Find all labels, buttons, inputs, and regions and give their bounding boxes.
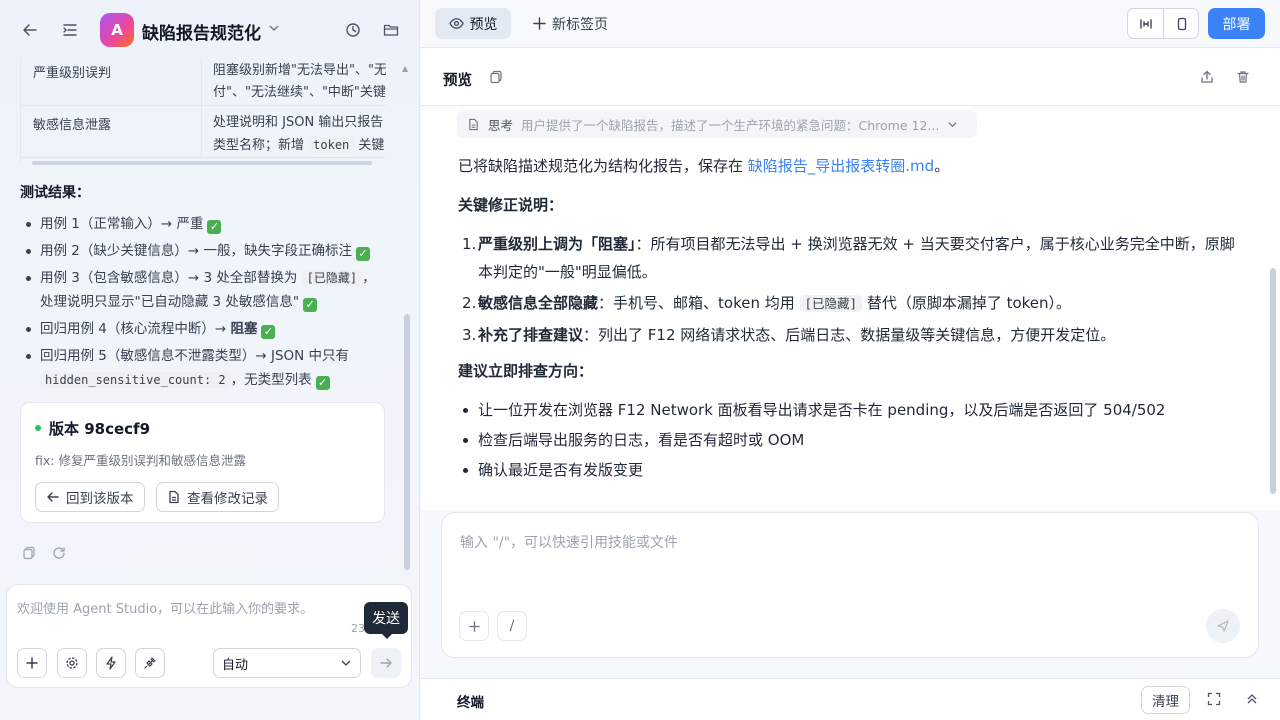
list-item: 用例 2（缺少关键信息）→ 一般，缺失字段正确标注 ✓ xyxy=(24,239,384,263)
preview-content: 思考 用户提供了一个缺陷报告，描述了一个生产环境的紧急问题：Chrome 12.… xyxy=(421,106,1280,510)
check-icon: ✓ xyxy=(355,247,370,261)
add-button[interactable] xyxy=(17,648,47,678)
table-row: 敏感信息泄露 处理说明和 JSON 输出只报告 类型名称；新增 token 关键 xyxy=(21,106,386,158)
add-button[interactable] xyxy=(459,611,489,641)
send-button[interactable] xyxy=(371,648,401,678)
deploy-button[interactable]: 部署 xyxy=(1208,8,1265,39)
thinking-collapse[interactable]: 思考 用户提供了一个缺陷报告，描述了一个生产环境的紧急问题：Chrome 12.… xyxy=(457,111,977,138)
chat-send-button[interactable] xyxy=(1206,609,1240,643)
table-cell: 敏感信息泄露 xyxy=(33,118,112,133)
version-description: fix: 修复严重级别误判和敏感信息泄露 xyxy=(35,453,246,468)
list-item: 用例 1（正常输入）→ 严重 ✓ xyxy=(24,212,384,236)
new-tab-button[interactable]: 新标签页 xyxy=(529,8,612,39)
copy-icon[interactable] xyxy=(22,546,36,560)
comparison-table: 严重级别误判 阻塞级别新增"无法导出"、"无 付"、"无法继续"、"中断"关键 … xyxy=(20,58,386,162)
vertical-scrollbar[interactable] xyxy=(404,62,410,574)
split-view-icon[interactable] xyxy=(1128,9,1164,38)
left-panel: A 缺陷报告规范化 严重级别误判 阻塞级别新增"无法导出"、"无 付"、"无法继… xyxy=(0,0,420,720)
fixes-list: 1. 严重级别上调为「阻塞」：所有项目都无法导出 + 换浏览器无效 + 当天要交付… xyxy=(458,230,1238,352)
list-item: 确认最近是否有发版变更 xyxy=(458,456,1238,484)
check-icon: ✓ xyxy=(261,325,276,339)
copy-icon[interactable] xyxy=(489,70,503,84)
app-avatar: A xyxy=(100,13,134,47)
eye-icon xyxy=(448,16,464,31)
table-cell: 阻塞级别新增"无法导出"、"无 付"、"无法继续"、"中断"关键 xyxy=(213,63,386,100)
chevron-down-icon xyxy=(947,119,958,130)
message-actions xyxy=(22,546,66,560)
slash-command-button[interactable]: / xyxy=(497,611,527,641)
refresh-icon[interactable] xyxy=(52,546,66,560)
chat-input[interactable]: 输入 "/"，可以快速引用技能或文件 xyxy=(460,532,678,552)
preview-title: 预览 xyxy=(443,73,472,89)
folder-icon[interactable] xyxy=(379,18,403,42)
mode-select[interactable]: 自动 xyxy=(213,648,361,678)
test-results-list: 用例 1（正常输入）→ 严重 ✓ 用例 2（缺少关键信息）→ 一般，缺失字段正确标… xyxy=(24,212,384,395)
expand-icon[interactable] xyxy=(1207,692,1221,706)
top-tab-bar: 预览 新标签页 部署 xyxy=(421,0,1280,48)
terminal-bar: 终端 清理 xyxy=(421,678,1280,720)
table-cell: 处理说明和 JSON 输出只报告 类型名称；新增 token 关键 xyxy=(213,115,385,153)
app-title[interactable]: 缺陷报告规范化 xyxy=(142,19,261,44)
restore-version-button[interactable]: 回到该版本 xyxy=(35,482,145,512)
status-dot xyxy=(35,425,41,431)
lightning-icon[interactable] xyxy=(96,648,126,678)
tab-preview[interactable]: 预览 xyxy=(435,8,511,39)
plus-icon xyxy=(533,17,546,30)
trash-icon[interactable] xyxy=(1236,70,1250,84)
section-heading: 建议立即排查方向： xyxy=(458,362,594,380)
list-item: 回归用例 4（核心流程中断）→ 阻塞 ✓ xyxy=(24,317,384,341)
send-tooltip: 发送 xyxy=(364,602,408,639)
settings-gear-icon[interactable] xyxy=(57,648,87,678)
list-item: 检查后端导出服务的日志，看是否有超时或 OOM xyxy=(458,426,1238,454)
check-icon: ✓ xyxy=(207,220,222,234)
list-item: 2. 敏感信息全部隐藏：手机号、邮箱、token 均用 [已隐藏] 替代（原脚本漏… xyxy=(462,294,1072,312)
menu-icon[interactable] xyxy=(58,18,82,42)
plugin-icon[interactable] xyxy=(135,648,165,678)
back-arrow-icon[interactable] xyxy=(18,18,42,42)
list-item: 3. 补充了排查建议：列出了 F12 网络请求状态、后端日志、数据量级等关键信息，… xyxy=(462,326,1116,344)
table-row: 严重级别误判 阻塞级别新增"无法导出"、"无 付"、"无法继续"、"中断"关键 xyxy=(21,58,386,106)
version-title: 版本 98cecf9 xyxy=(49,420,151,438)
view-changes-button[interactable]: 查看修改记录 xyxy=(156,482,279,512)
share-icon[interactable] xyxy=(1200,70,1214,84)
horizontal-scrollbar[interactable] xyxy=(20,160,384,166)
list-item: 让一位开发在浏览器 F12 Network 面板看导出请求是否卡在 pendin… xyxy=(458,396,1238,424)
document-icon xyxy=(467,118,480,131)
left-composer[interactable]: 欢迎使用 Agent Studio，可以在此输入你的要求。 23 自动 xyxy=(6,584,412,688)
document-icon xyxy=(167,490,181,504)
chevron-down-icon xyxy=(340,657,352,669)
section-heading: 关键修正说明： xyxy=(458,196,564,214)
composer-input[interactable]: 欢迎使用 Agent Studio，可以在此输入你的要求。 xyxy=(17,598,313,617)
test-results-heading: 测试结果： xyxy=(20,185,90,201)
intro-paragraph: 已将缺陷描述规范化为结构化报告，保存在 缺陷报告_导出报表转圈.md。 xyxy=(458,157,950,175)
version-card: 版本 98cecf9 fix: 修复严重级别误判和敏感信息泄露 回到该版本 查看… xyxy=(20,402,385,523)
chat-composer[interactable]: 输入 "/"，可以快速引用技能或文件 / xyxy=(441,512,1259,658)
report-file-link[interactable]: 缺陷报告_导出报表转圈.md xyxy=(748,157,934,175)
table-cell: 严重级别误判 xyxy=(33,66,112,81)
chevron-down-icon[interactable] xyxy=(268,22,280,34)
history-icon[interactable] xyxy=(341,18,365,42)
check-icon: ✓ xyxy=(315,376,330,390)
list-item: 1. 严重级别上调为「阻塞」：所有项目都无法导出 + 换浏览器无效 + 当天要交付… xyxy=(462,235,1235,281)
content-scrollbar[interactable] xyxy=(1270,268,1276,494)
collapse-up-icon[interactable] xyxy=(1245,692,1259,706)
terminal-label[interactable]: 终端 xyxy=(457,691,484,711)
mobile-view-icon[interactable] xyxy=(1164,9,1200,38)
check-icon: ✓ xyxy=(303,298,318,312)
clear-button[interactable]: 清理 xyxy=(1141,686,1190,714)
arrow-left-icon xyxy=(46,490,60,504)
preview-header: 预览 xyxy=(421,48,1280,106)
suggestions-list: 让一位开发在浏览器 F12 Network 面板看导出请求是否卡在 pendin… xyxy=(458,396,1238,486)
list-item: 回归用例 5（敏感信息不泄露类型）→ JSON 中只有 hidden_sensi… xyxy=(24,344,384,392)
list-item: 用例 3（包含敏感信息）→ 3 处全部替换为 [已隐藏] ，处理说明只显示"已自动… xyxy=(24,266,384,314)
view-toggle-group xyxy=(1127,8,1199,39)
char-count: 23 xyxy=(351,622,365,635)
